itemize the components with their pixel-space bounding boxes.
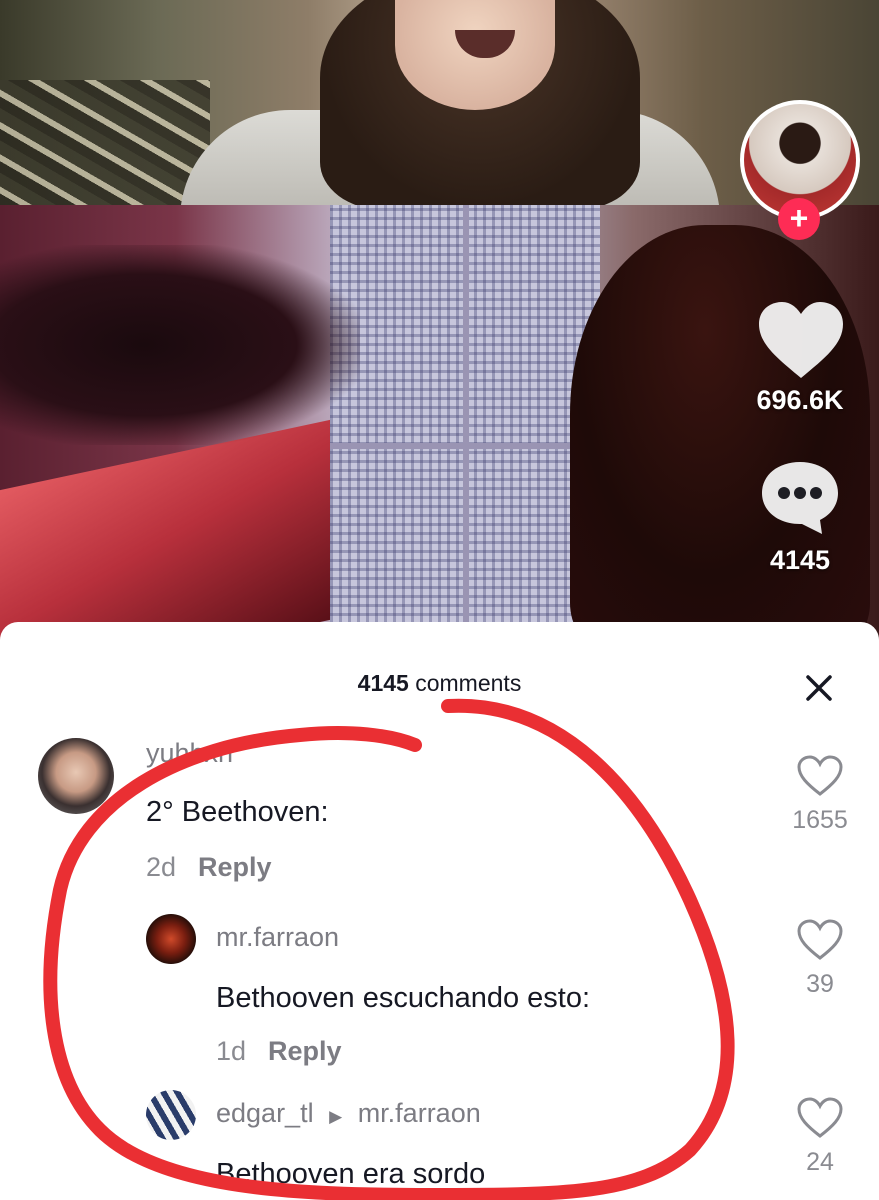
follow-plus-icon[interactable]: + xyxy=(778,198,820,240)
comment-time: 2d xyxy=(146,852,177,882)
heart-outline-icon[interactable] xyxy=(796,918,844,962)
video-player[interactable]: + 696.6K 4145 xyxy=(0,0,879,640)
reply-button[interactable]: Reply xyxy=(198,852,272,882)
comment-meta: 2d Reply xyxy=(146,852,272,883)
comments-count: 4145 xyxy=(357,670,409,696)
comment-bubble-icon[interactable] xyxy=(758,458,842,536)
comments-sheet: 4145 comments yuhhxn 2° Beethoven: 2d Rep… xyxy=(0,622,879,1200)
like-count: 696.6K xyxy=(756,385,844,415)
avatar[interactable] xyxy=(146,1090,196,1140)
piano xyxy=(0,419,330,640)
reply-author[interactable]: edgar_tl xyxy=(216,1098,314,1128)
avatar[interactable] xyxy=(146,914,196,964)
like-heart-icon[interactable] xyxy=(757,300,845,380)
comment-like-count: 24 xyxy=(806,1148,834,1176)
comment-username[interactable]: yuhhxn xyxy=(146,738,233,769)
comments-label: comments xyxy=(415,670,522,696)
close-icon[interactable] xyxy=(795,664,843,712)
comment-time: 1d xyxy=(216,1036,247,1066)
microphone-stand xyxy=(0,245,360,445)
reply-target[interactable]: mr.farraon xyxy=(358,1098,481,1128)
comment-meta: 1d Reply xyxy=(216,1036,342,1067)
panel-divider xyxy=(330,443,600,449)
comment-count: 4145 xyxy=(769,545,831,575)
comment-text: 2° Beethoven: xyxy=(146,796,329,828)
avatar[interactable] xyxy=(38,738,114,814)
comment-text: Bethooven era sordo xyxy=(216,1158,486,1190)
comment-username[interactable]: mr.farraon xyxy=(216,922,339,953)
comments-header: 4145 comments xyxy=(0,670,879,697)
comment-like-count: 1655 xyxy=(792,806,848,834)
guitarist xyxy=(570,225,870,640)
comment-text: Bethooven escuchando esto: xyxy=(216,982,591,1014)
comment-username: edgar_tl ▶ mr.farraon xyxy=(216,1098,481,1129)
panel-divider xyxy=(463,205,469,625)
comment-like-count: 39 xyxy=(806,970,834,998)
background-bed xyxy=(0,80,210,205)
reply-button[interactable]: Reply xyxy=(268,1036,342,1066)
reply-arrow-icon: ▶ xyxy=(329,1107,343,1126)
heart-outline-icon[interactable] xyxy=(796,754,844,798)
heart-outline-icon[interactable] xyxy=(796,1096,844,1140)
